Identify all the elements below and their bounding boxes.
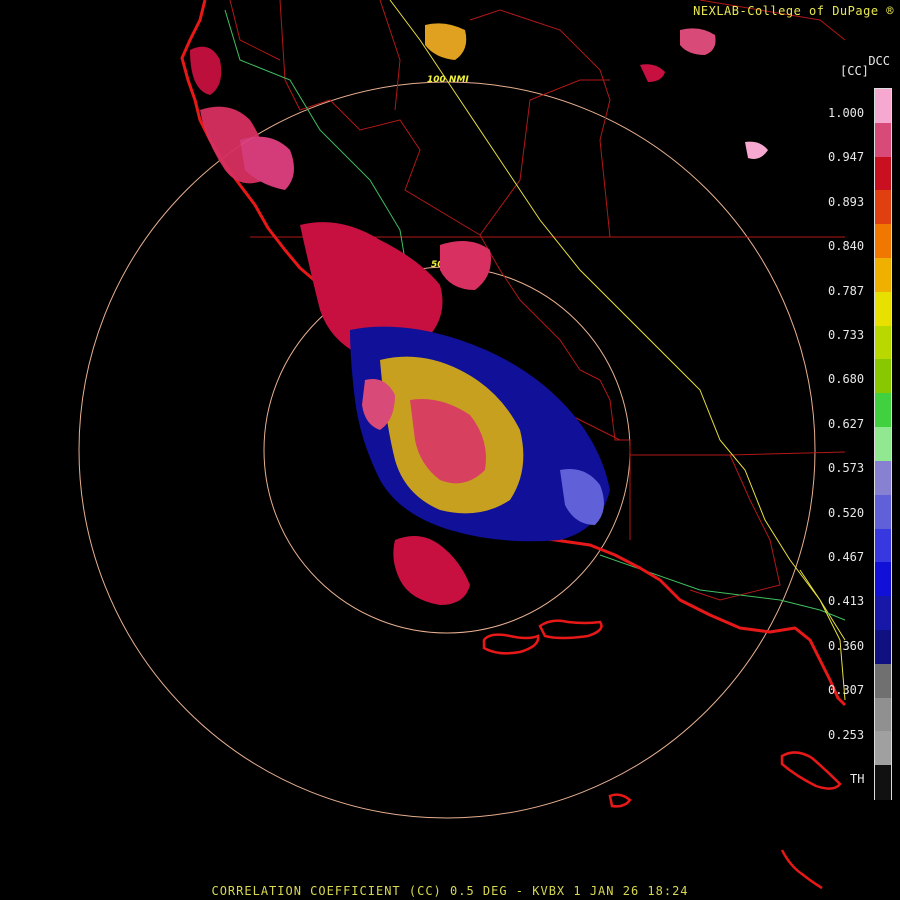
echo-north-coast — [190, 46, 294, 190]
colorbar-segment — [875, 393, 891, 429]
channel-islands — [482, 619, 842, 890]
colorbar-scale-label: 0.573 — [828, 461, 865, 476]
colorbar-scale-label: 0.787 — [828, 283, 865, 298]
echo-northeast — [425, 23, 768, 159]
colorbar-segment — [875, 460, 891, 496]
colorbar-scale-label: 0.680 — [828, 372, 865, 387]
colorbar-segment — [875, 494, 891, 530]
colorbar-segment — [875, 427, 891, 462]
colorbar-scale-label: 0.307 — [828, 683, 865, 698]
colorbar-scale-label: 0.947 — [828, 150, 865, 165]
colorbar-segment — [875, 697, 891, 733]
colorbar-segment — [875, 89, 891, 124]
colorbar-segment — [875, 731, 891, 767]
colorbar-segment — [875, 562, 891, 598]
colorbar-segment — [875, 291, 891, 327]
radar-display: 50 NMI 100 NMI — [0, 0, 900, 900]
unit-label: [CC] — [840, 64, 869, 78]
colorbar-segment — [875, 359, 891, 395]
colorbar-scale-label: 0.840 — [828, 239, 865, 254]
header-credit: NEXLAB-College of DuPage ® — [693, 4, 894, 18]
colorbar-segment — [875, 156, 891, 192]
colorbar-scale-label: 0.467 — [828, 550, 865, 564]
colorbar-scale-label: TH — [850, 772, 865, 786]
radar-map: 50 NMI 100 NMI — [78, 0, 847, 890]
colorbar-segment — [875, 258, 891, 293]
colorbar-segment — [875, 190, 891, 226]
colorbar-scale-label: 0.627 — [828, 416, 865, 431]
echo-central-mass — [300, 222, 610, 542]
colorbar-segment — [875, 663, 891, 699]
product-code-label: DCC — [868, 54, 890, 68]
range-ring-100nmi-label: 100 NMI — [427, 75, 469, 85]
colorbar-scale-label: 0.360 — [828, 638, 865, 653]
colorbar-scale-label: 0.733 — [828, 328, 865, 342]
colorbar-scale-label: 0.893 — [828, 194, 865, 209]
colorbar-segment — [875, 224, 891, 260]
colorbar — [874, 88, 892, 800]
colorbar-scale-label: 0.520 — [828, 505, 865, 520]
colorbar-segment — [875, 596, 891, 631]
coastline — [180, 0, 847, 707]
colorbar-segment — [875, 629, 891, 665]
colorbar-segment — [875, 765, 891, 800]
colorbar-scale-label: 0.253 — [828, 727, 865, 742]
echo-offshore-south — [393, 536, 470, 605]
product-caption: CORRELATION COEFFICIENT (CC) 0.5 DEG - K… — [211, 884, 689, 898]
colorbar-scale-label: 1.000 — [828, 106, 865, 120]
colorbar-segment — [875, 528, 891, 564]
colorbar-segment — [875, 325, 891, 361]
colorbar-segment — [875, 122, 891, 158]
colorbar-scale-label: 0.413 — [828, 594, 865, 609]
